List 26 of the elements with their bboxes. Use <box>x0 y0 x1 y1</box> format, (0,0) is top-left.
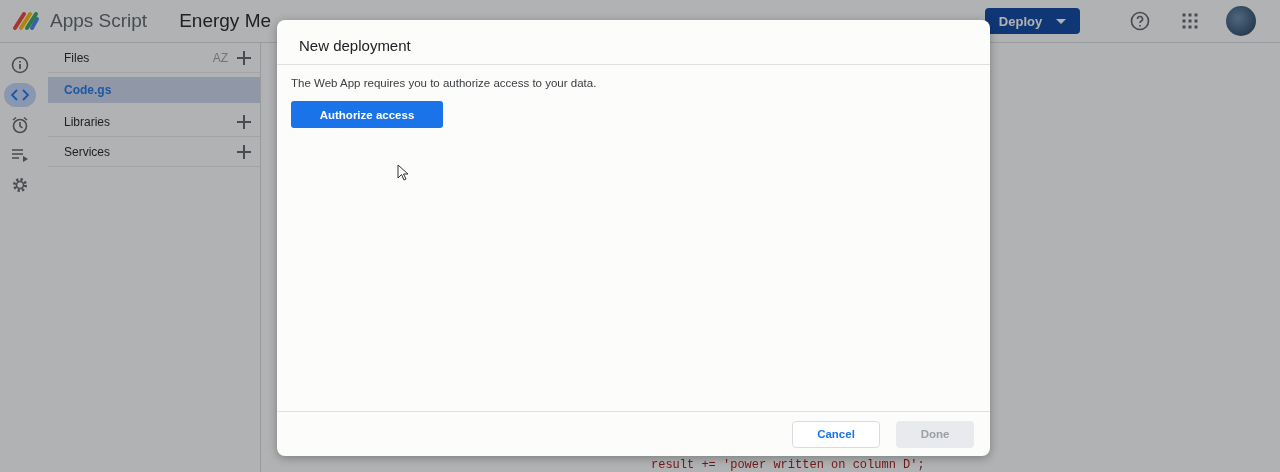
plus-icon[interactable] <box>236 143 252 160</box>
section-label: Services <box>64 144 111 159</box>
authorize-button[interactable]: Authorize access <box>291 101 443 128</box>
section-label: Libraries <box>64 114 112 129</box>
file-item[interactable]: Code.gs <box>48 77 260 103</box>
dialog-message: The Web App requires you to authorize access to your data. <box>291 77 597 89</box>
help-icon[interactable] <box>1128 9 1152 33</box>
cancel-button[interactable]: Cancel <box>792 420 880 448</box>
settings-icon <box>11 176 29 194</box>
plus-icon[interactable] <box>236 49 252 66</box>
plus-icon[interactable] <box>236 113 252 130</box>
deploy-button[interactable]: Deploy <box>985 8 1080 34</box>
files-heading: Files <box>64 50 91 65</box>
info-icon <box>11 56 29 74</box>
dialog-title: New deployment <box>277 20 990 65</box>
alarm-clock-icon <box>11 116 29 134</box>
list-play-icon <box>11 148 29 162</box>
code-line: result += 'power written on column D'; <box>651 458 926 472</box>
cursor-icon <box>397 164 409 181</box>
avatar[interactable] <box>1226 6 1256 36</box>
project-title[interactable]: Energy Me <box>179 10 272 32</box>
code-icon <box>11 88 29 102</box>
sidebar-button[interactable] <box>4 83 36 107</box>
app-name: Apps Script <box>50 10 148 32</box>
caret-icon <box>1056 18 1067 24</box>
logo-icon <box>12 10 40 32</box>
